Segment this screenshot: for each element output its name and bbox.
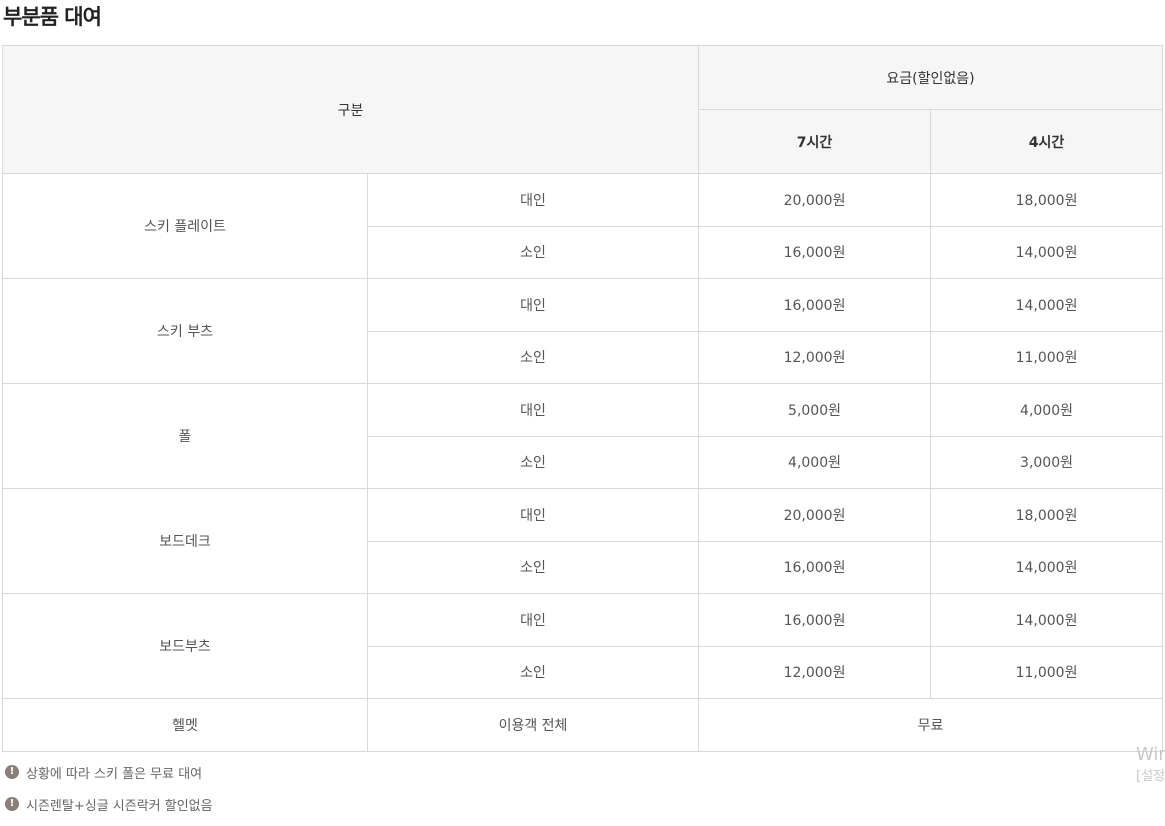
table-row-helmet: 헬멧 이용객 전체 무료	[2, 698, 1164, 752]
exclamation-icon: !	[5, 765, 19, 779]
customer-type: 이용객 전체	[366, 698, 700, 752]
price-7h: 16,000원	[698, 540, 932, 594]
item-name: 헬멧	[2, 698, 368, 752]
price-7h: 4,000원	[698, 435, 932, 489]
price-7h: 20,000원	[698, 488, 932, 542]
rental-price-table: 구분 요금(할인없음) 7시간 4시간 스키 플레이트 대인 20,000원 1…	[1, 45, 1164, 752]
customer-type: 대인	[366, 383, 700, 437]
customer-type: 대인	[366, 173, 700, 227]
item-name: 보드부츠	[2, 593, 368, 699]
price-4h: 4,000원	[930, 383, 1164, 437]
item-name: 스키 부츠	[2, 278, 368, 384]
price-7h: 12,000원	[698, 330, 932, 384]
price-7h: 16,000원	[698, 278, 932, 332]
item-name: 보드데크	[2, 488, 368, 594]
notes-list: ! 상황에 따라 스키 폴은 무료 대여 ! 시즌렌탈+싱글 시즌락커 할인없음	[5, 762, 213, 826]
table-row: 스키 부츠 대인 16,000원 14,000원	[2, 278, 1164, 384]
note-text: 상황에 따라 스키 폴은 무료 대여	[26, 766, 203, 782]
table-row: 보드부츠 대인 16,000원 14,000원	[2, 593, 1164, 699]
price-4h: 11,000원	[930, 645, 1164, 699]
header-7-hours: 7시간	[698, 109, 932, 174]
customer-type: 소인	[366, 435, 700, 489]
price-7h: 12,000원	[698, 645, 932, 699]
customer-type: 소인	[366, 645, 700, 699]
customer-type: 대인	[366, 593, 700, 647]
table-row: 폴 대인 5,000원 4,000원	[2, 383, 1164, 489]
exclamation-icon: !	[5, 797, 19, 811]
price-4h: 11,000원	[930, 330, 1164, 384]
customer-type: 대인	[366, 488, 700, 542]
price-4h: 3,000원	[930, 435, 1164, 489]
item-name: 폴	[2, 383, 368, 489]
windows-activation-watermark: Wir [설정	[1136, 744, 1165, 788]
price-free: 무료	[698, 698, 1164, 752]
price-4h: 18,000원	[930, 173, 1164, 227]
customer-type: 소인	[366, 225, 700, 279]
header-price-group: 요금(할인없음)	[698, 45, 1164, 110]
item-name: 스키 플레이트	[2, 173, 368, 279]
price-4h: 14,000원	[930, 540, 1164, 594]
price-7h: 16,000원	[698, 225, 932, 279]
price-7h: 20,000원	[698, 173, 932, 227]
table-row: 보드데크 대인 20,000원 18,000원	[2, 488, 1164, 594]
table-row: 스키 플레이트 대인 20,000원 18,000원	[2, 173, 1164, 279]
page-title: 부분품 대여	[3, 5, 102, 29]
price-7h: 16,000원	[698, 593, 932, 647]
note-item: ! 시즌렌탈+싱글 시즌락커 할인없음	[5, 794, 213, 814]
price-4h: 18,000원	[930, 488, 1164, 542]
header-4-hours: 4시간	[930, 109, 1164, 174]
customer-type: 소인	[366, 540, 700, 594]
price-4h: 14,000원	[930, 278, 1164, 332]
watermark-line2: [설정	[1136, 769, 1165, 784]
customer-type: 대인	[366, 278, 700, 332]
price-4h: 14,000원	[930, 225, 1164, 279]
watermark-line1: Wir	[1136, 744, 1165, 765]
price-7h: 5,000원	[698, 383, 932, 437]
note-text: 시즌렌탈+싱글 시즌락커 할인없음	[26, 798, 213, 814]
customer-type: 소인	[366, 330, 700, 384]
price-4h: 14,000원	[930, 593, 1164, 647]
header-category: 구분	[1, 45, 700, 174]
note-item: ! 상황에 따라 스키 폴은 무료 대여	[5, 762, 213, 782]
